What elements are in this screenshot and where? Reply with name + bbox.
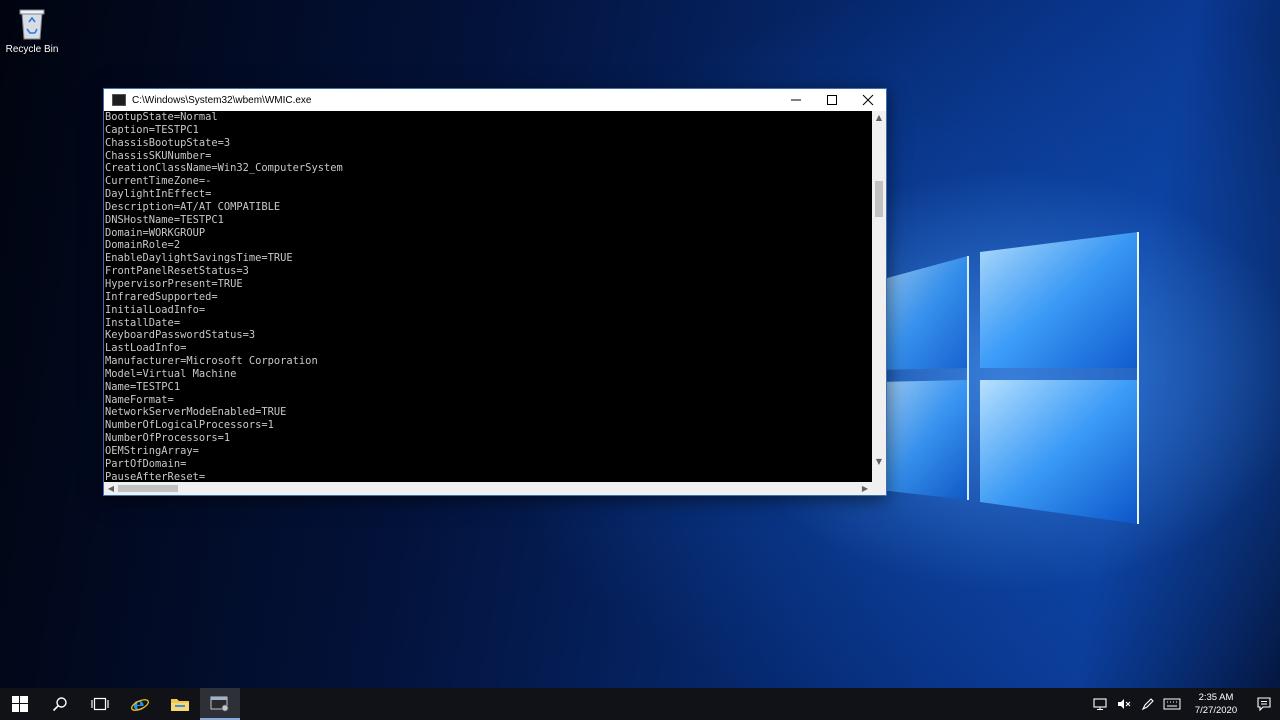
recycle-bin-icon	[19, 9, 45, 40]
vertical-scroll-thumb[interactable]	[875, 181, 883, 217]
console-output[interactable]: BootupState=Normal Caption=TESTPC1 Chassis…	[104, 111, 872, 482]
console-line: Caption=TESTPC1	[105, 123, 199, 136]
wmic-console-window[interactable]: C:\Windows\System32\wbem\WMIC.exe Bootup…	[103, 88, 887, 496]
scroll-down-icon[interactable]: ▼	[872, 455, 886, 469]
task-view-icon	[91, 697, 109, 711]
volume-muted-icon[interactable]	[1112, 698, 1136, 710]
console-line: DaylightInEffect=	[105, 188, 212, 201]
clock-date: 7/27/2020	[1194, 705, 1238, 716]
console-line: Description=AT/AT COMPATIBLE	[105, 200, 281, 213]
clock[interactable]: 2:35 AM 7/27/2020	[1184, 691, 1248, 717]
console-line: EnableDaylightSavingsTime=TRUE	[105, 252, 293, 265]
close-icon	[862, 94, 874, 106]
console-line: LastLoadInfo=	[105, 342, 187, 355]
close-button[interactable]	[850, 89, 886, 111]
console-icon	[210, 696, 229, 712]
file-explorer-button[interactable]	[160, 688, 200, 720]
console-line: Model=Virtual Machine	[105, 367, 237, 380]
minimize-button[interactable]	[778, 89, 814, 111]
network-icon[interactable]	[1088, 698, 1112, 710]
window-title: C:\Windows\System32\wbem\WMIC.exe	[132, 94, 312, 106]
internet-explorer-button[interactable]: e	[120, 688, 160, 720]
console-line: InstallDate=	[105, 316, 181, 329]
task-view-button[interactable]	[80, 688, 120, 720]
internet-explorer-icon: e	[131, 694, 149, 714]
window-titlebar[interactable]: C:\Windows\System32\wbem\WMIC.exe	[104, 89, 886, 111]
horizontal-scroll-thumb[interactable]	[118, 485, 178, 492]
search-button[interactable]	[40, 688, 80, 720]
console-line: DNSHostName=TESTPC1	[105, 213, 224, 226]
console-line: NetworkServerModeEnabled=TRUE	[105, 406, 287, 419]
folder-icon	[171, 699, 189, 711]
console-line: BootupState=Normal	[105, 111, 218, 123]
console-line: PauseAfterReset=	[105, 470, 206, 482]
console-line: Name=TESTPC1	[105, 380, 181, 393]
wmic-console-button[interactable]	[200, 688, 240, 720]
taskbar: e 2:35 AM 7/27/2020	[0, 688, 1280, 720]
console-line: FrontPanelResetStatus=3	[105, 265, 249, 278]
console-line: Manufacturer=Microsoft Corporation	[105, 355, 318, 368]
desktop-icon-recycle-bin[interactable]: Recycle Bin	[4, 6, 60, 55]
scroll-right-icon[interactable]: ▶	[858, 482, 872, 495]
vertical-scrollbar[interactable]: ▲ ▼	[872, 111, 886, 482]
scroll-up-icon[interactable]: ▲	[872, 111, 886, 125]
console-line: PartOfDomain=	[105, 457, 187, 470]
windows-start-icon	[12, 696, 28, 712]
console-line: NumberOfProcessors=1	[105, 432, 231, 445]
start-button[interactable]	[0, 688, 40, 720]
console-line: CreationClassName=Win32_ComputerSystem	[105, 162, 343, 175]
scrollbar-corner	[872, 482, 886, 495]
console-line: InitialLoadInfo=	[105, 303, 206, 316]
maximize-icon	[827, 95, 837, 105]
scroll-left-icon[interactable]: ◀	[104, 482, 118, 495]
touch-keyboard-icon[interactable]	[1160, 698, 1184, 710]
console-line: NumberOfLogicalProcessors=1	[105, 419, 274, 432]
maximize-button[interactable]	[814, 89, 850, 111]
console-line: HypervisorPresent=TRUE	[105, 277, 243, 290]
console-app-icon	[112, 94, 126, 106]
console-line: Domain=WORKGROUP	[105, 226, 206, 239]
notification-icon	[1257, 697, 1271, 711]
console-line: OEMStringArray=	[105, 444, 199, 457]
console-line: ChassisSKUNumber=	[105, 149, 212, 162]
desktop-icon-label: Recycle Bin	[5, 44, 59, 55]
console-line: ChassisBootupState=3	[105, 136, 231, 149]
console-line: CurrentTimeZone=-	[105, 175, 212, 188]
horizontal-scrollbar[interactable]: ◀ ▶	[104, 482, 872, 495]
search-icon	[52, 697, 67, 712]
console-line: DomainRole=2	[105, 239, 181, 252]
system-tray: 2:35 AM 7/27/2020	[1088, 688, 1280, 720]
console-line: NameFormat=	[105, 393, 174, 406]
minimize-icon	[791, 99, 801, 101]
windows-logo-wallpaper	[880, 232, 1139, 524]
action-center-button[interactable]	[1248, 697, 1280, 711]
console-line: KeyboardPasswordStatus=3	[105, 329, 256, 342]
console-line: InfraredSupported=	[105, 290, 218, 303]
pen-workspace-icon[interactable]	[1136, 697, 1160, 711]
clock-time: 2:35 AM	[1198, 692, 1234, 703]
